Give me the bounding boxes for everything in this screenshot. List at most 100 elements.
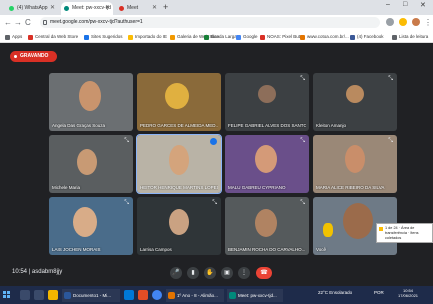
minimize-button[interactable]: – — [386, 1, 390, 8]
leave-call-button[interactable]: ☎ — [256, 267, 272, 279]
participant-video — [165, 83, 189, 109]
clipboard-notification[interactable]: 1 de 24 · Área de transferência · Itens … — [376, 223, 433, 243]
language-indicator[interactable]: POR — [374, 290, 384, 295]
bookmark-webstore[interactable]: Central da Web Store — [28, 33, 78, 41]
new-tab-button[interactable]: + — [163, 2, 168, 13]
participant-name: MARIA ALICE RIBEIRO DA SILVA — [316, 185, 385, 190]
pin-icon[interactable]: ⤡ — [388, 76, 393, 83]
bookmark-google[interactable]: Google — [236, 33, 258, 41]
participant-name: Larrisa Campos — [140, 247, 172, 252]
bookmarks-bar: Apps Central da Web Store Sites Sugerido… — [0, 31, 433, 43]
bookmark-label: Importado do IE — [135, 34, 168, 39]
task-view-icon[interactable] — [34, 290, 44, 300]
self-video — [343, 203, 373, 239]
clock[interactable]: 10:54 17/06/2021 — [398, 288, 418, 298]
camera-button[interactable]: ▮ — [187, 267, 199, 279]
close-tab-icon[interactable]: ✕ — [152, 2, 157, 15]
participant-tile[interactable]: PEDRO GARCES DE ALMEIDA MED... — [137, 73, 221, 131]
bookmark-icon — [170, 35, 175, 40]
screen: (4) WhatsApp ✕ Meet: pw-xxcv-tjd ✕ Meet … — [0, 0, 433, 304]
chrome-icon[interactable] — [152, 290, 162, 300]
bookmark-icon — [260, 35, 265, 40]
recording-label: GRAVANDO — [20, 53, 49, 59]
participant-video — [169, 209, 189, 235]
bookmark-suggested[interactable]: Sites Sugeridos — [84, 33, 123, 41]
extension-icon[interactable] — [386, 18, 394, 26]
participant-name: Angela Das Graças Souza — [52, 123, 106, 128]
participant-name: BENJAMIN ROCHA DO CARVALHO... — [228, 247, 306, 252]
reload-button[interactable]: C — [25, 18, 31, 27]
bookmark-cotoa[interactable]: www.cotoa.com.br/... — [300, 33, 349, 41]
file-explorer-icon[interactable] — [48, 290, 58, 300]
back-button[interactable]: ← — [4, 18, 12, 27]
clock-date: 17/06/2021 — [398, 293, 419, 298]
pin-icon[interactable]: ⤡ — [300, 138, 305, 145]
pin-icon[interactable]: ⤡ — [212, 200, 217, 207]
participant-tile[interactable]: ⤡ Larrisa Campos — [137, 197, 221, 255]
bookmark-label: Apps — [12, 34, 23, 39]
participant-tile[interactable]: ⤡ LAIS JOCHEN MORAIS — [49, 197, 133, 255]
taskbar-item-doc[interactable]: 1º Ano - 8 - Alimão... — [166, 289, 224, 302]
participant-tile[interactable]: ⤡ MALU GABREU CYPRIANO — [225, 135, 309, 193]
mic-button[interactable]: 🎤 — [170, 267, 182, 279]
bookmark-noas[interactable]: NOAS: Pixel Butt... — [260, 33, 305, 41]
bookmark-icon — [204, 35, 209, 40]
menu-icon[interactable]: ⋮ — [424, 18, 432, 27]
present-button[interactable]: ▣ — [221, 267, 233, 279]
tab-whatsapp[interactable]: (4) WhatsApp ✕ — [6, 2, 58, 15]
close-tab-icon[interactable]: ✕ — [50, 2, 55, 15]
extension-icon-2[interactable] — [399, 18, 407, 26]
participant-tile[interactable]: ⤡ BENJAMIN ROCHA DO CARVALHO... — [225, 197, 309, 255]
address-bar-row: ← → C meet.google.com/pw-xxcv-tjd?authus… — [0, 15, 433, 31]
participant-name: MALU GABREU CYPRIANO — [228, 185, 286, 190]
pin-icon[interactable]: ⤡ — [300, 76, 305, 83]
facebook-icon — [350, 35, 355, 40]
search-icon[interactable] — [20, 290, 30, 300]
participant-video — [73, 207, 97, 237]
close-window-button[interactable]: ✕ — [420, 1, 426, 9]
address-bar[interactable]: meet.google.com/pw-xxcv-tjd?authuser=1 — [40, 17, 380, 28]
tab-label: Meet — [127, 5, 139, 11]
forward-button[interactable]: → — [14, 18, 22, 27]
store-icon[interactable] — [124, 290, 134, 300]
bookmark-apps[interactable]: Apps — [5, 33, 22, 41]
participant-name: HEITOR HENRIQUE MARTINS LOPES — [140, 185, 218, 190]
tab-meet[interactable]: Meet: pw-xxcv-tjd ✕ — [61, 2, 113, 15]
taskbar-label: 1º Ano - 8 - Alimão... — [177, 293, 218, 298]
taskbar-item-word[interactable]: Documento1 - Mi... — [62, 289, 120, 302]
participant-tile[interactable]: Angela Das Graças Souza — [49, 73, 133, 131]
participant-tile[interactable]: ⤡ Kleiton Amanjo — [313, 73, 397, 131]
windows-start-icon[interactable] — [3, 291, 11, 299]
avatar — [258, 85, 276, 103]
bookmark-banda[interactable]: Banda Larga — [204, 33, 237, 41]
bookmark-reading-list[interactable]: Lista de leitura — [392, 33, 428, 41]
pin-icon[interactable]: ⤡ — [300, 200, 305, 207]
participant-name: PEDRO GARCES DE ALMEIDA MED... — [140, 123, 218, 128]
close-tab-icon[interactable]: ✕ — [105, 2, 110, 15]
taskbar-item-meet[interactable]: Meet: pw-xxcv-tjd... — [227, 289, 283, 302]
pin-icon[interactable]: ⤡ — [124, 138, 129, 145]
taskbar-label: Documento1 - Mi... — [73, 293, 112, 298]
bookmark-icon — [300, 35, 305, 40]
participant-tile[interactable]: ⤡ MARIA ALICE RIBEIRO DA SILVA — [313, 135, 397, 193]
participant-tile-speaking[interactable]: HEITOR HENRIQUE MARTINS LOPES — [136, 134, 222, 194]
google-icon — [236, 35, 241, 40]
profile-avatar[interactable] — [412, 18, 420, 26]
raise-hand-button[interactable]: ✋ — [204, 267, 216, 279]
bookmark-label: www.cotoa.com.br/... — [307, 34, 349, 39]
weather-widget[interactable]: 22°C Ensolarado — [318, 290, 352, 295]
pin-icon[interactable]: ⤡ — [388, 138, 393, 145]
maximize-button[interactable]: □ — [403, 1, 407, 8]
participant-name: Michele Maria — [52, 185, 81, 190]
participant-tile[interactable]: ⤡ Michele Maria — [49, 135, 133, 193]
bookmark-ie[interactable]: Importado do IE — [128, 33, 167, 41]
bookmark-facebook[interactable]: (4) Facebook — [350, 33, 384, 41]
tab-meet-2[interactable]: Meet ✕ — [116, 2, 160, 15]
participant-video — [77, 149, 97, 175]
participant-tile[interactable]: ⤡ FELIPE GABRIEL ALVES DOS SANTOS — [225, 73, 309, 131]
more-options-button[interactable]: ⋮ — [238, 267, 250, 279]
participant-name: Você — [316, 247, 327, 252]
pin-icon[interactable]: ⤡ — [124, 200, 129, 207]
media-icon[interactable] — [138, 290, 148, 300]
bookmark-label: Lista de leitura — [399, 34, 429, 39]
